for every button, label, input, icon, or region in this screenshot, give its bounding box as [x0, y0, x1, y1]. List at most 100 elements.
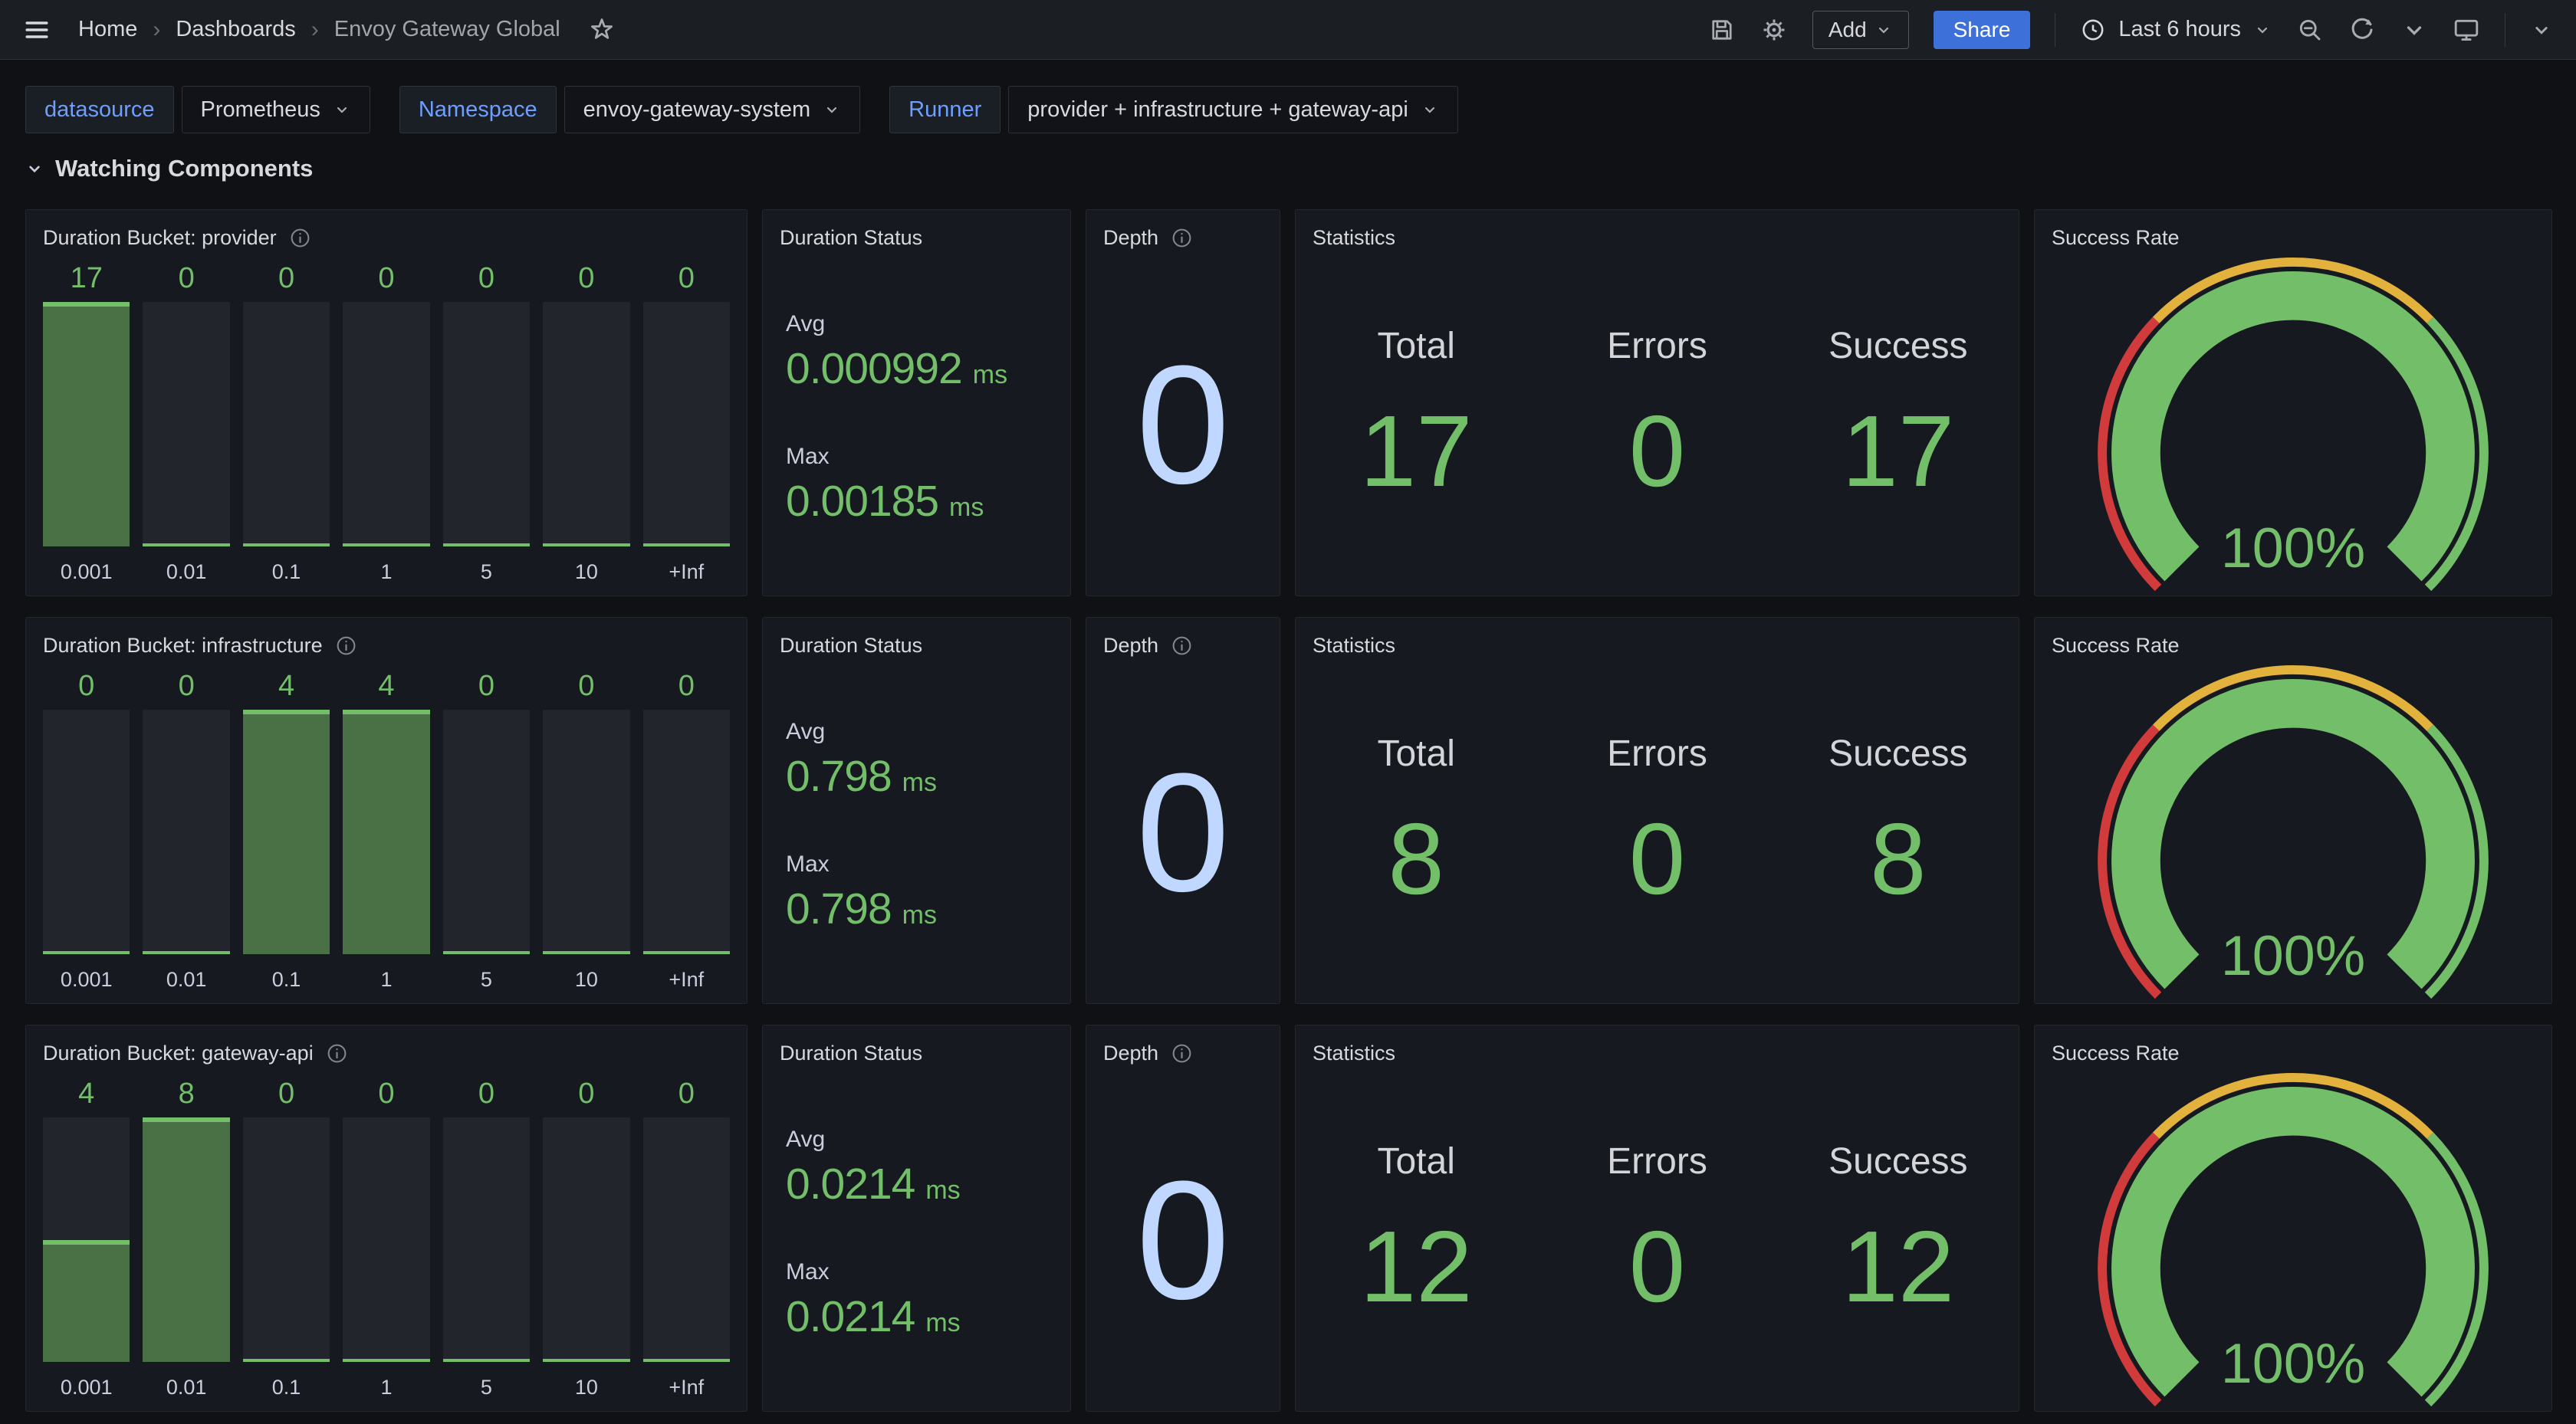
stat-column-label: Success	[1829, 733, 1967, 775]
panel-title[interactable]: Duration Bucket: provider	[43, 226, 277, 250]
gauge-svg: 100%	[2035, 1068, 2551, 1411]
bar-fill	[343, 543, 429, 546]
info-icon[interactable]	[289, 227, 311, 249]
refresh-interval-chevron-icon[interactable]	[2400, 16, 2428, 44]
chevron-down-icon	[25, 159, 44, 179]
bar-fill	[543, 543, 629, 546]
stat-column-label: Total	[1377, 733, 1454, 775]
stat-unit: ms	[925, 1308, 960, 1338]
bar-category-label: 0.1	[243, 1365, 330, 1399]
variable-value-dropdown[interactable]: envoy-gateway-system	[564, 86, 861, 133]
bar-fill	[43, 951, 130, 954]
collapse-toolbar-chevron-icon[interactable]	[2530, 18, 2553, 41]
variable-value-text: provider + infrastructure + gateway-api	[1027, 97, 1408, 123]
depth-value: 0	[1136, 1156, 1230, 1324]
info-icon[interactable]	[335, 635, 357, 657]
bar-fill	[43, 302, 130, 546]
variable-value-dropdown[interactable]: Prometheus	[182, 86, 370, 133]
info-icon[interactable]	[1171, 227, 1193, 249]
stat-value: 0.798	[786, 884, 892, 934]
tv-kiosk-mode-icon[interactable]	[2453, 16, 2480, 44]
breadcrumb-home[interactable]: Home	[78, 17, 137, 42]
avg-stat: Avg 0.0214 ms	[786, 1127, 1047, 1209]
panel-duration-bucket-gateway-api: Duration Bucket: gateway-api 40.00180.01…	[25, 1025, 748, 1412]
zoom-out-time-icon[interactable]	[2296, 16, 2324, 44]
stat-label: Max	[786, 1259, 1047, 1285]
bar-value-label: 4	[343, 670, 429, 703]
bar-value-label: 0	[143, 670, 229, 703]
stat-column-errors: Errors 0	[1536, 242, 1777, 585]
info-icon[interactable]	[326, 1042, 348, 1065]
bar-value-label: 0	[443, 1078, 530, 1111]
chevron-down-icon	[333, 100, 351, 119]
stat-column-success: Success 8	[1778, 650, 2019, 993]
info-icon[interactable]	[1171, 635, 1193, 657]
bar-value-label: 0	[343, 1078, 429, 1111]
bar-fill	[243, 710, 330, 954]
bar-category-label: 0.01	[143, 1365, 229, 1399]
success-rate-gauge: 100%	[2035, 661, 2551, 1003]
breadcrumb: Home › Dashboards › Envoy Gateway Global	[78, 17, 560, 43]
bar	[543, 302, 629, 546]
bar-category-label: +Inf	[643, 1365, 730, 1399]
dashboard-settings-gear-icon[interactable]	[1760, 16, 1788, 44]
bar-fill	[43, 1240, 130, 1363]
chevron-down-icon	[1875, 21, 1893, 39]
panel-title[interactable]: Duration Status	[780, 1042, 922, 1065]
stat-label: Max	[786, 444, 1047, 470]
time-range-picker[interactable]: Last 6 hours	[2080, 17, 2272, 43]
chevron-down-icon	[1421, 100, 1439, 119]
panel-title[interactable]: Success Rate	[2052, 1042, 2180, 1065]
depth-value: 0	[1136, 340, 1230, 509]
stat-column-total: Total 12	[1296, 1058, 1536, 1400]
bar-fill	[343, 710, 429, 954]
max-stat: Max 0.00185 ms	[786, 444, 1047, 527]
stat-column-value: 0	[1629, 1216, 1685, 1317]
bar-fill	[243, 1359, 330, 1362]
section-title: Watching Components	[55, 155, 313, 182]
panel-title[interactable]: Duration Bucket: gateway-api	[43, 1042, 314, 1065]
chevron-down-icon	[823, 100, 841, 119]
favorite-star-icon[interactable]	[588, 16, 616, 44]
max-stat: Max 0.798 ms	[786, 851, 1047, 934]
stat-value: 0.798	[786, 751, 892, 802]
stat-column-label: Total	[1377, 325, 1454, 367]
success-rate-gauge: 100%	[2035, 1068, 2551, 1411]
bar	[543, 710, 629, 954]
variable-label: Runner	[889, 86, 1001, 133]
share-button[interactable]: Share	[1934, 11, 2031, 49]
panel-title[interactable]: Duration Bucket: infrastructure	[43, 634, 323, 658]
save-dashboard-icon[interactable]	[1708, 16, 1736, 44]
bar-category-label: 0.01	[143, 957, 229, 992]
bar-value-label: 0	[643, 670, 730, 703]
bar-fill	[143, 951, 229, 954]
stat-unit: ms	[949, 493, 984, 523]
stat-column-errors: Errors 0	[1536, 650, 1777, 993]
gauge-value-text: 100%	[2221, 924, 2365, 987]
info-icon[interactable]	[1171, 1042, 1193, 1065]
panel-title[interactable]: Duration Status	[780, 226, 922, 250]
panel-duration-bucket-provider: Duration Bucket: provider 170.00100.0100…	[25, 209, 748, 596]
panel-title[interactable]: Success Rate	[2052, 634, 2180, 658]
refresh-icon[interactable]	[2348, 16, 2376, 44]
panel-title[interactable]: Duration Status	[780, 634, 922, 658]
panel-title[interactable]: Depth	[1103, 634, 1158, 658]
panel-title[interactable]: Depth	[1103, 1042, 1158, 1065]
stat-unit: ms	[902, 901, 937, 930]
row-section-header[interactable]: Watching Components	[25, 155, 313, 182]
stat-label: Avg	[786, 311, 1047, 337]
panel-title[interactable]: Depth	[1103, 226, 1158, 250]
time-range-label: Last 6 hours	[2118, 17, 2241, 42]
stat-column-success: Success 12	[1778, 1058, 2019, 1400]
variable-label: Namespace	[399, 86, 557, 133]
bar-category-label: 5	[443, 550, 530, 584]
bar-category-label: +Inf	[643, 957, 730, 992]
panel-title[interactable]: Success Rate	[2052, 226, 2180, 250]
breadcrumb-dashboards[interactable]: Dashboards	[176, 17, 295, 42]
add-button[interactable]: Add	[1812, 11, 1909, 49]
bar-category-label: 10	[543, 957, 629, 992]
variable-value-dropdown[interactable]: provider + infrastructure + gateway-api	[1008, 86, 1457, 133]
panel-success-rate-gateway-api: Success Rate 100%	[2034, 1025, 2552, 1412]
stat-column-value: 17	[1842, 401, 1954, 502]
hamburger-menu-icon[interactable]	[23, 16, 51, 44]
